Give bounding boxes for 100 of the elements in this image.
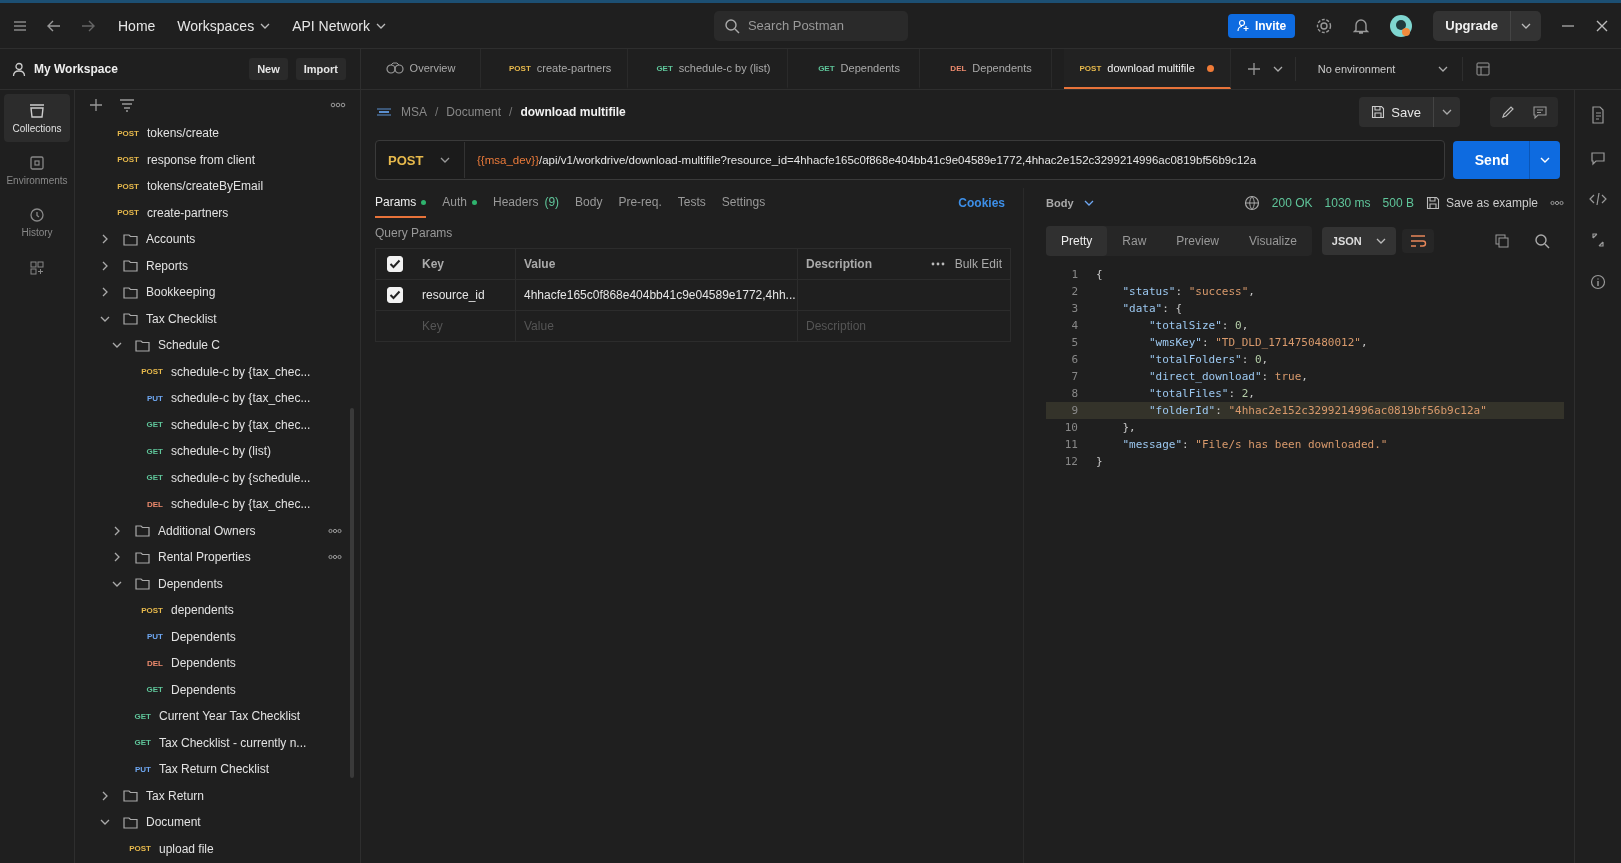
workspace-button[interactable]: Import bbox=[295, 58, 346, 80]
view-tab[interactable]: Visualize bbox=[1234, 226, 1312, 256]
folder-item[interactable]: Tax Return bbox=[146, 788, 205, 803]
sidebar-tab[interactable]: History bbox=[4, 198, 70, 246]
format-dropdown[interactable]: JSON bbox=[1321, 227, 1396, 255]
folder-item[interactable]: Rental Properties bbox=[158, 550, 251, 565]
request-item[interactable]: response from client bbox=[147, 152, 256, 167]
copy-icon[interactable] bbox=[1494, 233, 1510, 249]
folder-item[interactable]: Bookkeeping bbox=[146, 285, 216, 300]
caret-icon[interactable] bbox=[1272, 65, 1283, 73]
caret-icon[interactable] bbox=[440, 156, 450, 164]
checkbox[interactable] bbox=[387, 256, 403, 272]
request-section-tab[interactable]: Headers (9) bbox=[493, 188, 560, 218]
caret-icon[interactable] bbox=[1442, 108, 1452, 116]
request-item[interactable]: schedule-c by (list) bbox=[171, 444, 272, 459]
environment-dropdown[interactable]: No environment bbox=[1294, 57, 1463, 81]
request-section-tab[interactable]: Auth bbox=[442, 188, 478, 218]
bell-icon[interactable] bbox=[1353, 16, 1370, 35]
more-icon[interactable] bbox=[328, 554, 342, 561]
view-tab[interactable]: Pretty bbox=[1046, 226, 1108, 256]
menu-icon[interactable] bbox=[12, 18, 28, 33]
request-item[interactable]: tokens/create bbox=[147, 126, 220, 141]
folder-item[interactable]: Schedule C bbox=[158, 338, 221, 353]
nav-menu[interactable]: Home bbox=[118, 17, 156, 34]
invite-button[interactable]: Invite bbox=[1227, 13, 1296, 38]
filter-icon[interactable] bbox=[119, 98, 135, 112]
back-arrow-icon[interactable] bbox=[46, 18, 62, 33]
request-section-tab[interactable]: Tests bbox=[677, 188, 706, 218]
request-item[interactable]: schedule-c by {tax_chec... bbox=[171, 417, 311, 432]
nav-menu[interactable]: Workspaces bbox=[177, 17, 271, 34]
breadcrumb-item[interactable]: MSA bbox=[401, 105, 427, 119]
request-section-tab[interactable]: Pre-req. bbox=[618, 188, 662, 218]
workspace-button[interactable]: New bbox=[249, 58, 288, 80]
folder-item[interactable]: Reports bbox=[146, 258, 189, 273]
search-icon[interactable] bbox=[723, 17, 740, 34]
more-icon[interactable] bbox=[1550, 200, 1564, 206]
more-icon[interactable] bbox=[328, 527, 342, 534]
checkbox[interactable] bbox=[387, 287, 403, 303]
request-tab[interactable]: DEL Dependents bbox=[931, 49, 1052, 89]
close-icon[interactable] bbox=[1595, 18, 1609, 33]
caret-icon[interactable] bbox=[1083, 199, 1094, 207]
view-tab[interactable]: Raw bbox=[1107, 226, 1162, 256]
request-item[interactable]: schedule-c by {tax_chec... bbox=[171, 364, 311, 379]
request-tab[interactable]: POST download multifile bbox=[1063, 49, 1231, 89]
request-item[interactable]: schedule-c by {tax_chec... bbox=[171, 497, 311, 512]
search-icon[interactable] bbox=[1534, 233, 1550, 249]
sidebar-tab[interactable]: Collections bbox=[4, 94, 70, 142]
arrows-icon[interactable] bbox=[1590, 232, 1606, 248]
cookies-link[interactable]: Cookies bbox=[958, 196, 1005, 210]
request-section-tab[interactable]: Body bbox=[575, 188, 603, 218]
caret-icon[interactable] bbox=[375, 21, 386, 30]
breadcrumb-item[interactable]: Document bbox=[446, 105, 502, 119]
search-bar[interactable]: Search Postman bbox=[713, 10, 908, 41]
status-code[interactable]: 200 OK bbox=[1271, 196, 1313, 210]
body-dropdown[interactable]: Body bbox=[1046, 197, 1094, 209]
request-section-tab[interactable]: Settings bbox=[721, 188, 766, 218]
settings-icon[interactable] bbox=[1315, 16, 1334, 35]
caret-icon[interactable] bbox=[1437, 65, 1448, 73]
request-item[interactable]: Tax Return Checklist bbox=[159, 762, 270, 777]
document-icon[interactable] bbox=[1590, 106, 1606, 124]
comment-icon[interactable] bbox=[1590, 150, 1606, 166]
search-field[interactable]: Search Postman bbox=[747, 15, 898, 36]
request-item[interactable]: dependents bbox=[171, 603, 234, 618]
more-icon[interactable] bbox=[930, 262, 945, 266]
table-cell[interactable]: resource_id bbox=[422, 288, 485, 302]
request-item[interactable]: Dependents bbox=[171, 682, 236, 697]
request-tab[interactable]: GET Dependents bbox=[799, 49, 920, 89]
add-icon[interactable] bbox=[89, 98, 103, 112]
sidebar-tab[interactable]: Environments bbox=[4, 146, 70, 194]
request-item[interactable]: Current Year Tax Checklist bbox=[159, 709, 301, 724]
caret-icon[interactable] bbox=[1521, 21, 1531, 30]
folder-item[interactable]: Additional Owners bbox=[158, 523, 256, 538]
request-item[interactable]: tokens/createByEmail bbox=[147, 179, 264, 194]
folder-item[interactable]: Document bbox=[146, 815, 201, 830]
request-section-tab[interactable]: Params bbox=[375, 188, 427, 218]
request-item[interactable]: schedule-c by {tax_chec... bbox=[171, 391, 311, 406]
caret-icon[interactable] bbox=[1375, 237, 1386, 245]
request-item[interactable]: Tax Checklist - currently n... bbox=[159, 735, 307, 750]
folder-item[interactable]: Accounts bbox=[146, 232, 196, 247]
forward-arrow-icon[interactable] bbox=[80, 18, 96, 33]
globe-icon[interactable] bbox=[1243, 195, 1260, 211]
request-item[interactable]: Dependents bbox=[171, 656, 236, 671]
nav-menu[interactable]: API Network bbox=[292, 17, 386, 34]
edit-icon[interactable] bbox=[1500, 104, 1516, 120]
folder-item[interactable]: Dependents bbox=[158, 576, 223, 591]
folder-item[interactable]: Tax Checklist bbox=[146, 311, 217, 326]
response-size[interactable]: 500 B bbox=[1382, 196, 1414, 210]
request-item[interactable]: schedule-c by {schedule... bbox=[171, 470, 311, 485]
request-item[interactable]: Dependents bbox=[171, 629, 236, 644]
more-icon[interactable] bbox=[330, 102, 346, 108]
url-field[interactable]: POST {{msa_dev}}/api/v1/workdrive/download-multifile?resource_id=4hhacfe165c0f868e404bb41c9e04589e1772,4hhac2e152c3299214996ac0819bf56b9c12a bbox=[375, 140, 1445, 180]
request-item[interactable]: upload file bbox=[159, 841, 214, 856]
add-apps-icon[interactable] bbox=[29, 260, 45, 276]
table-cell[interactable]: 4hhacfe165c0f868e404bb41c9e04589e1772,4hh... bbox=[524, 288, 796, 302]
view-tab[interactable]: Preview bbox=[1161, 226, 1235, 256]
request-tab[interactable]: Overview bbox=[361, 49, 481, 89]
avatar-icon[interactable] bbox=[1389, 13, 1414, 38]
comment-icon[interactable] bbox=[1532, 104, 1548, 120]
caret-icon[interactable] bbox=[260, 21, 271, 30]
wrap-lines-button[interactable] bbox=[1401, 229, 1434, 253]
